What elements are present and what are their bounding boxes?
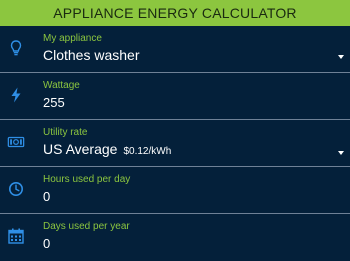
utility-rate-label: Utility rate: [43, 127, 88, 138]
days-per-year-input[interactable]: 0: [43, 236, 50, 252]
appliance-dropdown-caret-icon[interactable]: [338, 55, 344, 59]
calendar-icon: [7, 227, 25, 245]
utility-rate-price: $0.12/kWh: [123, 146, 172, 157]
hours-per-day-field[interactable]: Hours used per day 0: [0, 167, 350, 214]
app-title: APPLIANCE ENERGY CALCULATOR: [53, 5, 297, 21]
utility-rate-select[interactable]: Utility rate US Average $0.12/kWh: [0, 120, 350, 167]
utility-rate-name: US Average: [43, 141, 118, 157]
wattage-input[interactable]: 255: [43, 95, 65, 111]
wattage-label: Wattage: [43, 80, 80, 91]
appliance-label: My appliance: [43, 33, 102, 44]
appliance-select[interactable]: My appliance Clothes washer: [0, 26, 350, 73]
lightning-bolt-icon: [7, 86, 25, 104]
input-fields-list: My appliance Clothes washer Wattage 255: [0, 26, 350, 261]
utility-rate-dropdown-caret-icon[interactable]: [338, 151, 344, 155]
money-bill-icon: [7, 133, 25, 151]
wattage-field[interactable]: Wattage 255: [0, 73, 350, 120]
hours-per-day-label: Hours used per day: [43, 174, 131, 185]
days-per-year-label: Days used per year: [43, 221, 130, 232]
lightbulb-icon: [7, 39, 25, 57]
utility-rate-value: US Average $0.12/kWh: [43, 141, 171, 160]
appliance-value: Clothes washer: [43, 47, 140, 63]
days-per-year-field[interactable]: Days used per year 0: [0, 214, 350, 261]
app-title-bar: APPLIANCE ENERGY CALCULATOR: [0, 0, 350, 26]
clock-icon: [7, 180, 25, 198]
energy-calculator-app: APPLIANCE ENERGY CALCULATOR My appliance…: [0, 0, 350, 257]
hours-per-day-input[interactable]: 0: [43, 189, 50, 205]
